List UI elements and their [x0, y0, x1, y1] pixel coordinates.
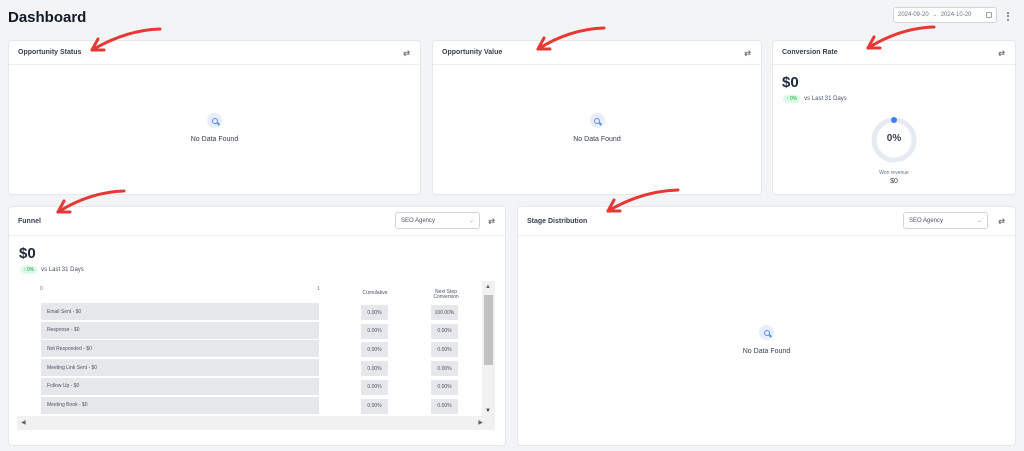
- cumulative-cell: 0.00%: [361, 342, 388, 358]
- trend-indicator: ↑ 0% vs Last 31 Days: [20, 266, 84, 274]
- stage-distribution-card: Stage Distribution SEO Agency ⌄ ⇄ No Dat…: [517, 206, 1016, 446]
- pipeline-select[interactable]: SEO Agency ⌄: [903, 212, 988, 229]
- next-step-cell: 0.00%: [431, 398, 458, 414]
- swap-icon[interactable]: ⇄: [403, 48, 410, 57]
- funnel-row: Meeting Link Sent - $0: [41, 359, 319, 377]
- card-title: Opportunity Value: [442, 49, 503, 56]
- card-header: Stage Distribution SEO Agency ⌄ ⇄: [518, 207, 1015, 236]
- select-value: SEO Agency: [909, 217, 944, 224]
- annotation-arrow-icon: [536, 26, 606, 51]
- scroll-up-icon[interactable]: ▲: [485, 284, 491, 290]
- funnel-row: Not Responded - $0: [41, 340, 319, 358]
- next-step-cell: 0.00%: [431, 361, 458, 377]
- won-revenue-label: Won revenue: [879, 170, 909, 176]
- trend-pill: ↑ 0%: [783, 95, 801, 103]
- trend-pill: ↑ 0%: [20, 266, 38, 274]
- select-value: SEO Agency: [401, 217, 436, 224]
- conversion-rate-card: Conversion Rate ⇄ $0 ↑ 0% vs Last 31 Day…: [772, 40, 1016, 195]
- annotation-arrow-icon: [56, 189, 126, 214]
- trend-text: vs Last 31 Days: [804, 96, 847, 102]
- cumulative-cell: 0.00%: [361, 305, 388, 320]
- card-title: Stage Distribution: [527, 217, 588, 225]
- card-title: Opportunity Status: [18, 49, 82, 56]
- funnel-row: Email Sent - $0: [41, 303, 319, 320]
- next-step-cell: 0.00%: [431, 342, 458, 358]
- trend-text: vs Last 31 Days: [41, 267, 84, 273]
- scroll-right-icon[interactable]: ▶: [478, 419, 483, 426]
- cumulative-cell: 0.00%: [361, 323, 388, 339]
- card-title: Funnel: [18, 217, 41, 225]
- date-arrow: →: [931, 12, 938, 18]
- conversion-amount: $0: [782, 74, 799, 91]
- next-step-cell: 100.00%: [431, 305, 458, 320]
- no-data-text: No Data Found: [742, 348, 791, 355]
- swap-icon[interactable]: ⇄: [998, 48, 1005, 57]
- funnel-row: Meeting Book - $0: [41, 396, 319, 414]
- date-start: 2024-09-20: [898, 12, 929, 18]
- date-end: 2024-10-20: [940, 12, 972, 18]
- date-range-picker[interactable]: 2024-09-20 → 2024-10-20: [893, 7, 997, 23]
- annotation-arrow-icon: [90, 27, 162, 52]
- annotation-arrow-icon: [866, 25, 936, 50]
- funnel-row: Response - $0: [41, 321, 319, 339]
- won-revenue-amount: $0: [890, 178, 898, 185]
- funnel-amount: $0: [19, 245, 36, 262]
- opportunity-status-card: Opportunity Status ⇄ No Data Found: [8, 40, 421, 195]
- annotation-arrow-icon: [606, 188, 680, 213]
- search-icon: [207, 113, 222, 128]
- axis-tick: 0: [40, 286, 43, 292]
- next-step-cell: 0.00%: [431, 379, 458, 395]
- scroll-down-icon[interactable]: ▼: [485, 408, 491, 414]
- scroll-left-icon[interactable]: ◀: [21, 419, 26, 426]
- axis-tick: 1: [317, 286, 320, 292]
- page-title: Dashboard: [8, 9, 87, 26]
- cumulative-cell: 0.00%: [361, 398, 388, 414]
- no-data-placeholder: No Data Found: [9, 113, 420, 143]
- calendar-icon: [986, 12, 992, 18]
- gauge-value: 0%: [886, 133, 902, 144]
- no-data-text: No Data Found: [190, 136, 239, 143]
- swap-icon[interactable]: ⇄: [998, 217, 1005, 226]
- pipeline-select[interactable]: SEO Agency ⌄: [395, 212, 480, 229]
- horizontal-scrollbar[interactable]: ◀ ▶: [17, 416, 495, 430]
- scrollbar-thumb[interactable]: [484, 295, 493, 365]
- card-title: Conversion Rate: [782, 49, 838, 56]
- cumulative-cell: 0.00%: [361, 379, 388, 395]
- chevron-down-icon: ⌄: [976, 218, 982, 224]
- chevron-down-icon: ⌄: [468, 218, 474, 224]
- next-step-cell: 0.00%: [431, 323, 458, 339]
- opportunity-value-card: Opportunity Value ⇄ No Data Found: [432, 40, 762, 195]
- column-header-cumulative: Cumulative: [362, 290, 388, 296]
- no-data-text: No Data Found: [573, 136, 621, 143]
- cumulative-cell: 0.00%: [361, 361, 388, 377]
- more-options-icon[interactable]: [1005, 9, 1011, 23]
- column-header-next-step: Next Step Conversion: [433, 289, 459, 300]
- search-icon: [589, 113, 605, 128]
- card-header: Opportunity Status ⇄: [9, 41, 420, 65]
- vertical-scrollbar[interactable]: ▲ ▼: [482, 281, 495, 417]
- trend-indicator: ↑ 0% vs Last 31 Days: [783, 95, 847, 103]
- funnel-row: Follow Up - $0: [41, 377, 319, 395]
- search-icon: [759, 325, 774, 340]
- no-data-placeholder: No Data Found: [518, 325, 1015, 355]
- swap-icon[interactable]: ⇄: [744, 48, 751, 57]
- swap-icon[interactable]: ⇄: [488, 217, 495, 226]
- no-data-placeholder: No Data Found: [433, 113, 761, 143]
